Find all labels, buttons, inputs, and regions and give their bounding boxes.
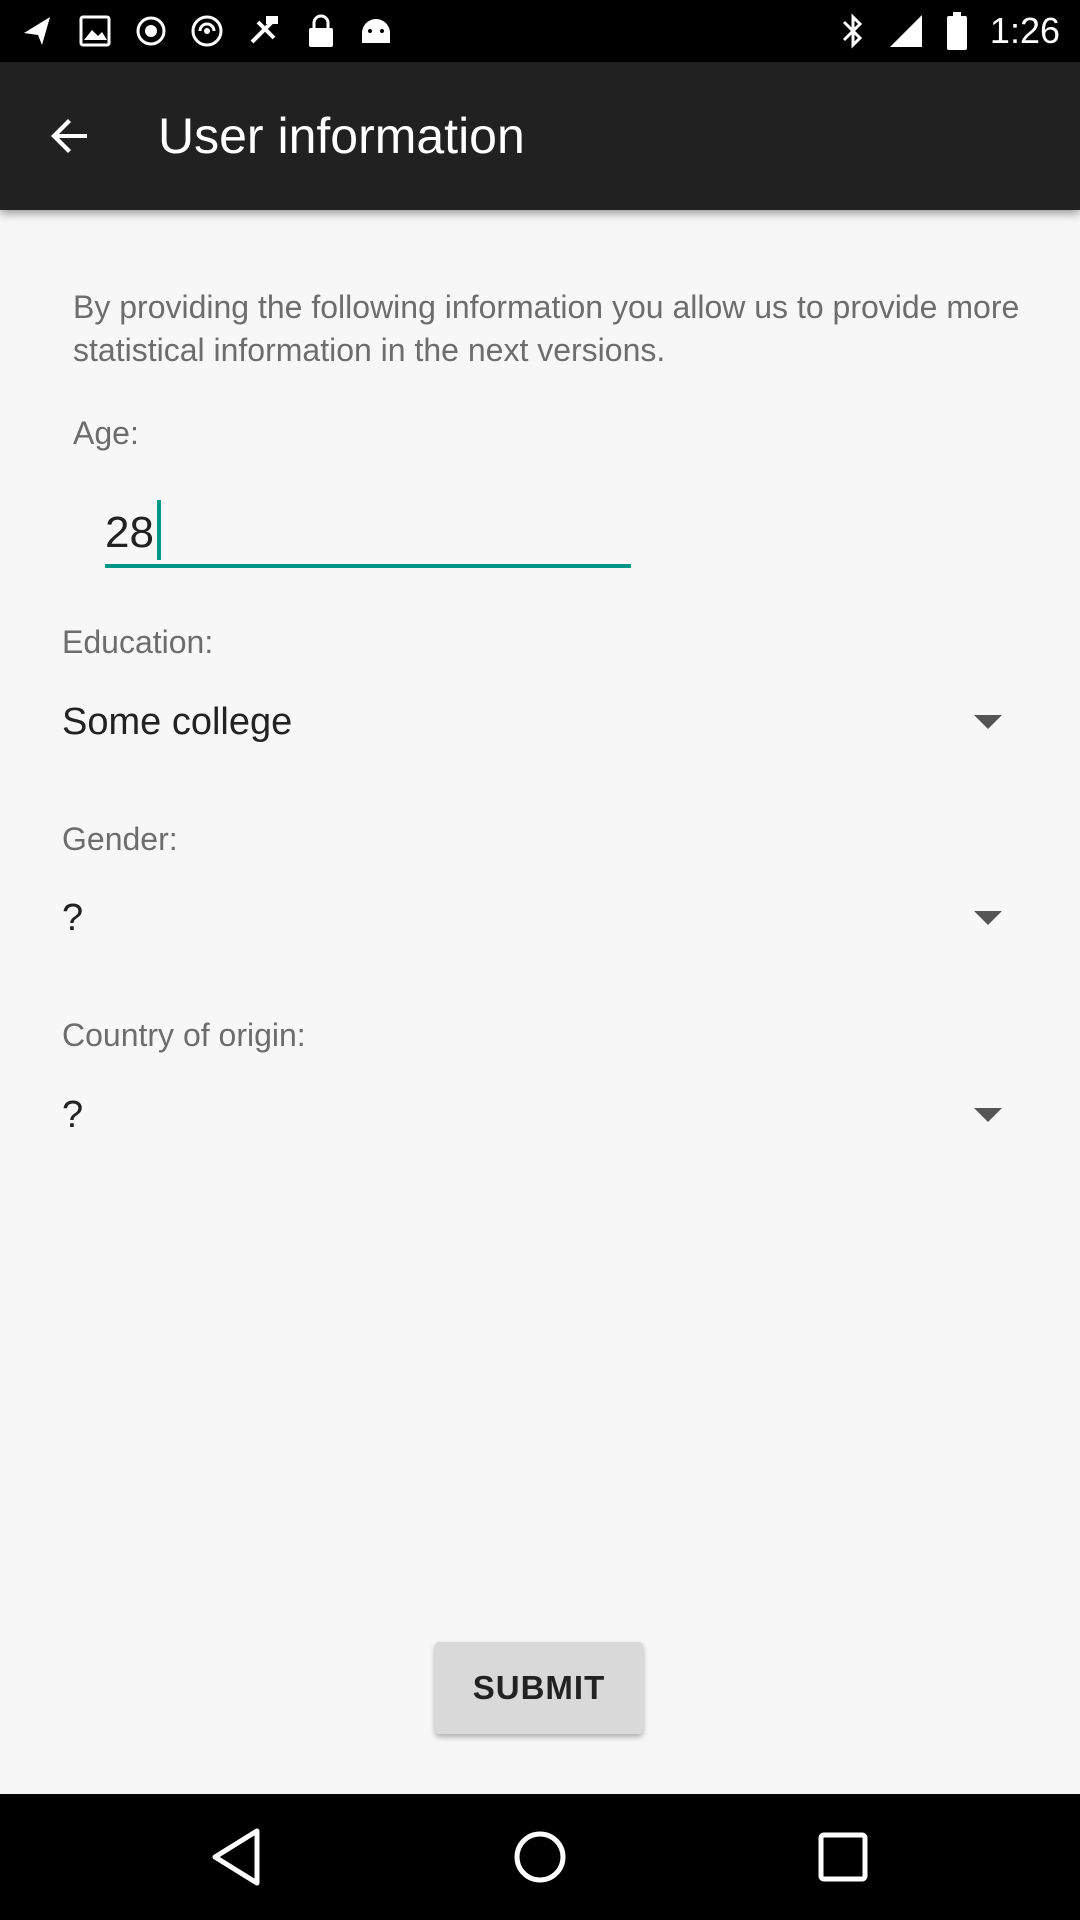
dropdown-arrow-icon	[974, 1108, 1002, 1122]
intro-text: By providing the following information y…	[73, 289, 1020, 368]
status-icons-left	[20, 8, 394, 54]
lock-icon	[309, 14, 333, 47]
country-dropdown[interactable]: ?	[62, 1080, 1002, 1150]
app-bar: User information	[0, 62, 1080, 210]
nav-back-button[interactable]	[204, 1824, 270, 1890]
battery-icon	[946, 12, 967, 50]
education-label: Education:	[62, 624, 214, 660]
arrow-back-icon	[51, 119, 87, 153]
location-fake-icon	[250, 16, 278, 44]
age-field[interactable]: 28	[105, 500, 631, 568]
navigation-bar	[0, 1794, 1080, 1920]
gender-label: Gender:	[62, 821, 178, 857]
page-title: User information	[158, 108, 525, 164]
dropdown-arrow-icon	[974, 911, 1002, 925]
status-icons-right: 1:26	[840, 8, 1060, 54]
android-icon	[362, 19, 390, 43]
submit-button[interactable]: SUBMIT	[435, 1642, 643, 1734]
vpn-icon	[136, 16, 166, 46]
nav-back-icon	[212, 1828, 260, 1886]
user-info-form: By providing the following information y…	[0, 210, 1080, 1794]
nav-recents-button[interactable]	[810, 1824, 876, 1890]
education-dropdown[interactable]: Some college	[62, 687, 1002, 757]
age-label: Age:	[73, 415, 139, 451]
nav-home-button[interactable]	[507, 1824, 573, 1890]
cast-icon	[191, 15, 223, 47]
notification-arrow-icon	[24, 17, 50, 45]
bluetooth-icon	[842, 13, 863, 49]
gender-value: ?	[62, 897, 84, 939]
country-label: Country of origin:	[62, 1017, 306, 1053]
text-cursor	[157, 500, 161, 560]
nav-home-icon	[514, 1831, 566, 1883]
gender-dropdown[interactable]: ?	[62, 883, 1002, 953]
photo-icon	[79, 15, 111, 47]
nav-recents-icon	[818, 1832, 868, 1882]
back-button[interactable]	[36, 102, 104, 170]
status-clock: 1:26	[989, 10, 1060, 51]
status-bar: 1:26	[0, 0, 1080, 62]
signal-icon	[889, 15, 922, 47]
dropdown-arrow-icon	[974, 715, 1002, 729]
education-value: Some college	[62, 701, 293, 743]
age-value: 28	[105, 508, 154, 557]
country-value: ?	[62, 1094, 84, 1136]
